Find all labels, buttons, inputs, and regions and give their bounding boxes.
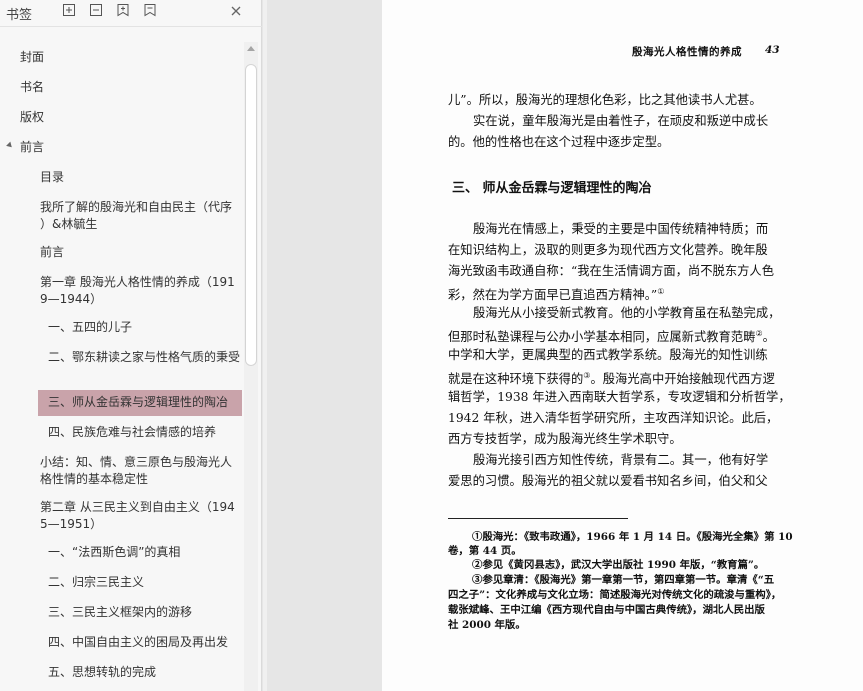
- body-line: 就是在这种环境下获得的③。殷海光高中开始接触现代西方逻: [448, 368, 775, 387]
- footnote-line: ③参见章清：《殷海光》第一章第一节，第四章第一节。章清《“五: [472, 574, 775, 586]
- sidebar-scrollbar[interactable]: [244, 42, 258, 691]
- body-line: 辑哲学，1938 年进入西南联大哲学系，专攻逻辑和分析哲学，: [448, 390, 791, 404]
- bookmark-item[interactable]: 四、民族危难与社会情感的培养: [48, 424, 240, 441]
- bookmark-item-line: 格性情的基本稳定性: [40, 472, 149, 486]
- add-bookmark-icon[interactable]: [116, 3, 132, 19]
- body-text: 。殷海光高中开始接触现代西方逻: [590, 372, 775, 387]
- bookmark-panel: 书签 封面 书名 版权 前言 目录 我所了解的殷海光和自由民主（代序 ）&林毓生…: [0, 0, 262, 691]
- body-text: 但那时私塾课程与公办小学基本相同，应属新式教育范畴: [448, 330, 756, 345]
- expand-triangle-icon[interactable]: [6, 141, 14, 150]
- bookmark-item[interactable]: 书名: [20, 79, 44, 96]
- bookmark-item[interactable]: 前言: [20, 139, 44, 156]
- body-line: 殷海光接引西方知性传统，背景有二。其一，他有好学: [473, 453, 769, 467]
- bookmark-item[interactable]: 三、三民主义框架内的游移: [48, 604, 240, 621]
- bookmark-item-line: 第二章 从三民主义到自由主义（194: [40, 500, 235, 514]
- bookmark-item[interactable]: 目录: [40, 169, 240, 186]
- document-background: [267, 0, 382, 691]
- body-line: 西方专技哲学，成为殷海光终生学术职守。: [448, 432, 682, 446]
- footnote-line: 卷，第 44 页。: [448, 545, 522, 557]
- body-line: 殷海光从小接受新式教育。他的小学教育虽在私塾完成，: [473, 306, 781, 320]
- body-text: 彩，然在为学方面早已直追西方精神。”: [448, 288, 658, 303]
- bookmark-item[interactable]: 前言: [40, 244, 240, 261]
- footnote-line: ①殷海光：《致韦政通》，1966 年 1 月 14 日。《殷海光全集》第 10: [472, 531, 793, 543]
- footnote-ref: ②: [755, 329, 763, 338]
- scroll-up-arrow-icon[interactable]: [247, 46, 255, 51]
- body-line: 在知识结构上，汲取的则更多为现代西方文化营养。晚年殷: [448, 243, 768, 257]
- expand-all-icon[interactable]: [62, 3, 78, 19]
- bookmark-item[interactable]: 四、中国自由主义的困局及再出发: [48, 634, 240, 651]
- bookmark-item[interactable]: 第一章 殷海光人格性情的养成（191 9—1944）: [40, 274, 240, 308]
- body-line: 彩，然在为学方面早已直追西方精神。”①: [448, 284, 664, 303]
- page-number: 43: [765, 44, 780, 56]
- bookmark-item-line: 小结：知、情、意三原色与殷海光人: [40, 455, 233, 469]
- body-line: 中学和大学，更属典型的西式教学系统。殷海光的知性训练: [448, 348, 768, 362]
- bookmark-item[interactable]: 一、“法西斯色调”的真相: [48, 544, 240, 561]
- bookmark-item-selected[interactable]: 三、师从金岳霖与逻辑理性的陶冶: [48, 394, 240, 411]
- bookmark-icon[interactable]: [143, 3, 159, 19]
- footnote-divider: [448, 518, 628, 519]
- bookmark-item-line: ）&林毓生: [40, 217, 98, 231]
- header-divider: [0, 26, 262, 27]
- panel-title: 书签: [6, 8, 33, 23]
- close-icon[interactable]: [229, 3, 245, 19]
- bookmark-item[interactable]: 一、五四的儿子: [48, 319, 240, 336]
- bookmark-item[interactable]: 五、思想转轨的完成: [48, 664, 240, 681]
- body-line: 但那时私塾课程与公办小学基本相同，应属新式教育范畴②。: [448, 326, 775, 345]
- bookmark-item-line: 第一章 殷海光人格性情的养成（191: [40, 275, 235, 289]
- footnote-line: 社 2000 年版。: [448, 619, 526, 631]
- bookmark-item-line: 9—1944）: [40, 292, 103, 306]
- bookmark-item[interactable]: 封面: [20, 49, 44, 66]
- footnote-line: 四之子”：文化养成与文化立场：简述殷海光对传统文化的疏浚与重构》，: [448, 589, 782, 601]
- footnote-line: 载张斌峰、王中江编《西方现代自由与中国古典传统》，湖北人民出版: [448, 604, 765, 616]
- footnote-ref: ①: [657, 287, 665, 296]
- bookmark-item[interactable]: 二、归宗三民主义: [48, 574, 240, 591]
- bookmark-item[interactable]: 小结：知、情、意三原色与殷海光人 格性情的基本稳定性: [40, 454, 240, 488]
- bookmark-panel-header: 书签: [0, 0, 262, 26]
- bookmark-item[interactable]: 第二章 从三民主义到自由主义（194 5—1951）: [40, 499, 240, 533]
- body-line: 实在说，童年殷海光是由着性子，在顽皮和叛逆中成长: [473, 114, 769, 128]
- body-line: 爱思的习惯。殷海光的祖父就以爱看书知名乡间，伯父和父: [448, 474, 768, 488]
- bookmark-item-line: 5—1951）: [40, 517, 103, 531]
- body-line: 儿”。所以，殷海光的理想化色彩，比之其他读书人尤甚。: [448, 93, 762, 107]
- body-line: 1942 年秋，进入清华哲学研究所，主攻西洋知识论。此后，: [448, 411, 779, 425]
- body-line: 海光致函韦政通自称：“我在生活情调方面，尚不脱东方人色: [448, 264, 775, 278]
- section-heading: 三、 师从金岳霖与逻辑理性的陶冶: [452, 181, 652, 196]
- footnote-line: ②参见《黄冈县志》，武汉大学出版社 1990 年版，“教育篇”。: [472, 559, 765, 571]
- body-line: 殷海光在情感上，秉受的主要是中国传统精神特质；而: [473, 222, 769, 236]
- bookmark-item-line: 我所了解的殷海光和自由民主（代序: [40, 200, 233, 214]
- document-page: 殷海光人格性情的养成 43 儿”。所以，殷海光的理想化色彩，比之其他读书人尤甚。…: [382, 0, 863, 691]
- body-text: 就是在这种环境下获得的: [448, 372, 584, 387]
- body-line: 的。他的性格也在这个过程中逐步定型。: [448, 135, 670, 149]
- running-head: 殷海光人格性情的养成: [632, 46, 742, 58]
- bookmark-item[interactable]: 我所了解的殷海光和自由民主（代序 ）&林毓生: [40, 199, 240, 233]
- collapse-all-icon[interactable]: [89, 3, 105, 19]
- bookmark-item[interactable]: 二、鄂东耕读之家与性格气质的秉受: [48, 349, 240, 366]
- bookmark-item[interactable]: 版权: [20, 109, 44, 126]
- scrollbar-thumb[interactable]: [245, 64, 257, 366]
- body-text: 。: [762, 330, 775, 345]
